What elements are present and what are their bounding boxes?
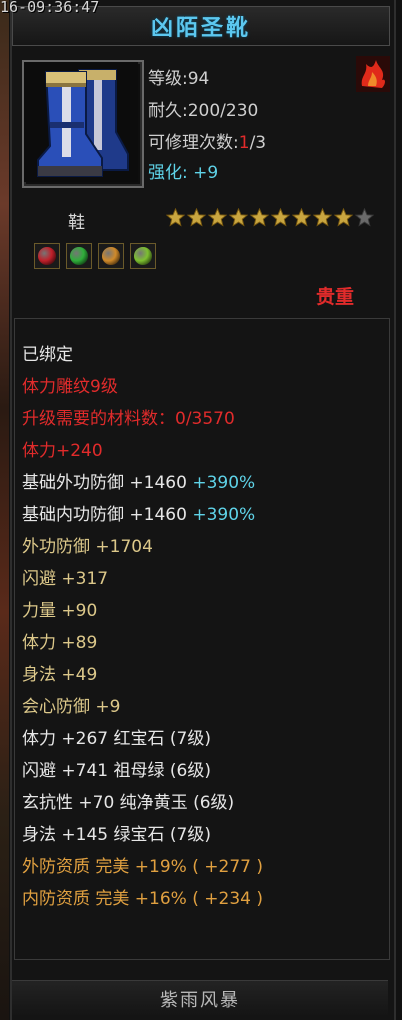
property-line: 身法 +49: [22, 660, 97, 685]
star-filled-icon: [292, 208, 311, 227]
background-scenery: [0, 0, 9, 1020]
star-filled-icon: [187, 208, 206, 227]
repair-used: 1: [238, 133, 250, 153]
item-tooltip-window: 凶陌圣靴 16-09:36:47 等级:94 耐久:200/230 可修理次数:…: [0, 0, 402, 1020]
property-line: 闪避 +317: [22, 564, 108, 589]
property-text: 体力雕纹9级: [22, 377, 118, 397]
property-line: 体力 +89: [22, 628, 97, 653]
property-text: 身法 +145 绿宝石 (7级): [22, 825, 211, 845]
equipment-slot-type: 鞋: [68, 213, 85, 233]
star-filled-icon: [271, 208, 290, 227]
item-title: 凶陌圣靴: [150, 16, 251, 41]
property-line: 体力+240: [22, 436, 103, 461]
star-filled-icon: [166, 208, 185, 227]
property-text: 闪避 +741 祖母绿 (6级): [22, 761, 211, 781]
property-line: 已绑定: [22, 340, 73, 365]
property-bonus-percent: +390%: [186, 473, 256, 493]
property-text: 体力+240: [22, 441, 103, 461]
star-empty-icon: [355, 208, 374, 227]
item-icon-slot: [22, 60, 144, 188]
property-line: 体力雕纹9级: [22, 372, 118, 397]
flame-badge-icon: [356, 56, 390, 92]
property-line: 力量 +90: [22, 596, 97, 621]
star-filled-icon: [229, 208, 248, 227]
star-filled-icon: [313, 208, 332, 227]
rarity-label: 贵重: [316, 286, 355, 308]
property-line: 基础内功防御 +1460 +390%: [22, 500, 255, 525]
enhance-stars: [166, 208, 374, 230]
level-value: 94: [187, 69, 210, 89]
footer-bar: 紫雨风暴: [12, 980, 388, 1017]
property-text: 已绑定: [22, 345, 73, 365]
property-text: 外防资质 完美 +19% ( +277 ): [22, 857, 264, 877]
enhance-row: 强化: +9: [148, 163, 219, 183]
property-line: 升级需要的材料数：0/3570: [22, 404, 235, 429]
property-text: 力量 +90: [22, 601, 98, 621]
gem-sockets: [34, 243, 156, 269]
durability-value: 200/230: [187, 101, 259, 121]
enhance-value: +9: [193, 163, 219, 183]
gem-core: [134, 247, 152, 265]
property-line: 身法 +145 绿宝石 (7级): [22, 820, 211, 845]
property-line: 外防资质 完美 +19% ( +277 ): [22, 852, 263, 877]
red-gem-icon: [34, 243, 60, 269]
property-text: 体力 +89: [22, 633, 98, 653]
property-text: 闪避 +317: [22, 569, 109, 589]
property-text: 基础外功防御 +1460: [22, 473, 187, 493]
level-row: 等级:94: [148, 69, 210, 89]
property-text: 体力 +267 红宝石 (7级): [22, 729, 211, 749]
durability-row: 耐久:200/230: [148, 101, 259, 121]
property-line: 会心防御 +9: [22, 692, 120, 717]
property-text: 内防资质 完美 +16% ( +234 ): [22, 889, 264, 909]
property-line: 闪避 +741 祖母绿 (6级): [22, 756, 211, 781]
property-line: 基础外功防御 +1460 +390%: [22, 468, 255, 493]
property-text: 升级需要的材料数：0/3570: [22, 409, 235, 429]
green-gem-icon: [66, 243, 92, 269]
gem-core: [102, 247, 120, 265]
boots-icon: [24, 62, 138, 182]
property-line: 玄抗性 +70 纯净黄玉 (6级): [22, 788, 234, 813]
property-text: 基础内功防御 +1460: [22, 505, 187, 525]
repair-label: 可修理次数: [148, 133, 233, 153]
timestamp: 16-09:36:47: [0, 0, 100, 16]
property-text: 外功防御 +1704: [22, 537, 153, 557]
owner-name: 紫雨风暴: [160, 990, 240, 1011]
star-filled-icon: [250, 208, 269, 227]
property-text: 玄抗性 +70 纯净黄玉 (6级): [22, 793, 235, 813]
property-line: 体力 +267 红宝石 (7级): [22, 724, 211, 749]
property-line: 内防资质 完美 +16% ( +234 ): [22, 884, 263, 909]
level-label: 等级: [148, 69, 182, 89]
repair-total: /3: [249, 133, 267, 153]
property-text: 身法 +49: [22, 665, 98, 685]
gem-core: [70, 247, 88, 265]
star-filled-icon: [334, 208, 353, 227]
property-line: 外功防御 +1704: [22, 532, 153, 557]
enhance-label: 强化: [148, 163, 182, 183]
lime-gem-icon: [130, 243, 156, 269]
property-text: 会心防御 +9: [22, 697, 121, 717]
gem-core: [38, 247, 56, 265]
property-bonus-percent: +390%: [186, 505, 256, 525]
repair-row: 可修理次数:1/3: [148, 133, 267, 153]
durability-label: 耐久: [148, 101, 182, 121]
amber-gem-icon: [98, 243, 124, 269]
star-filled-icon: [208, 208, 227, 227]
